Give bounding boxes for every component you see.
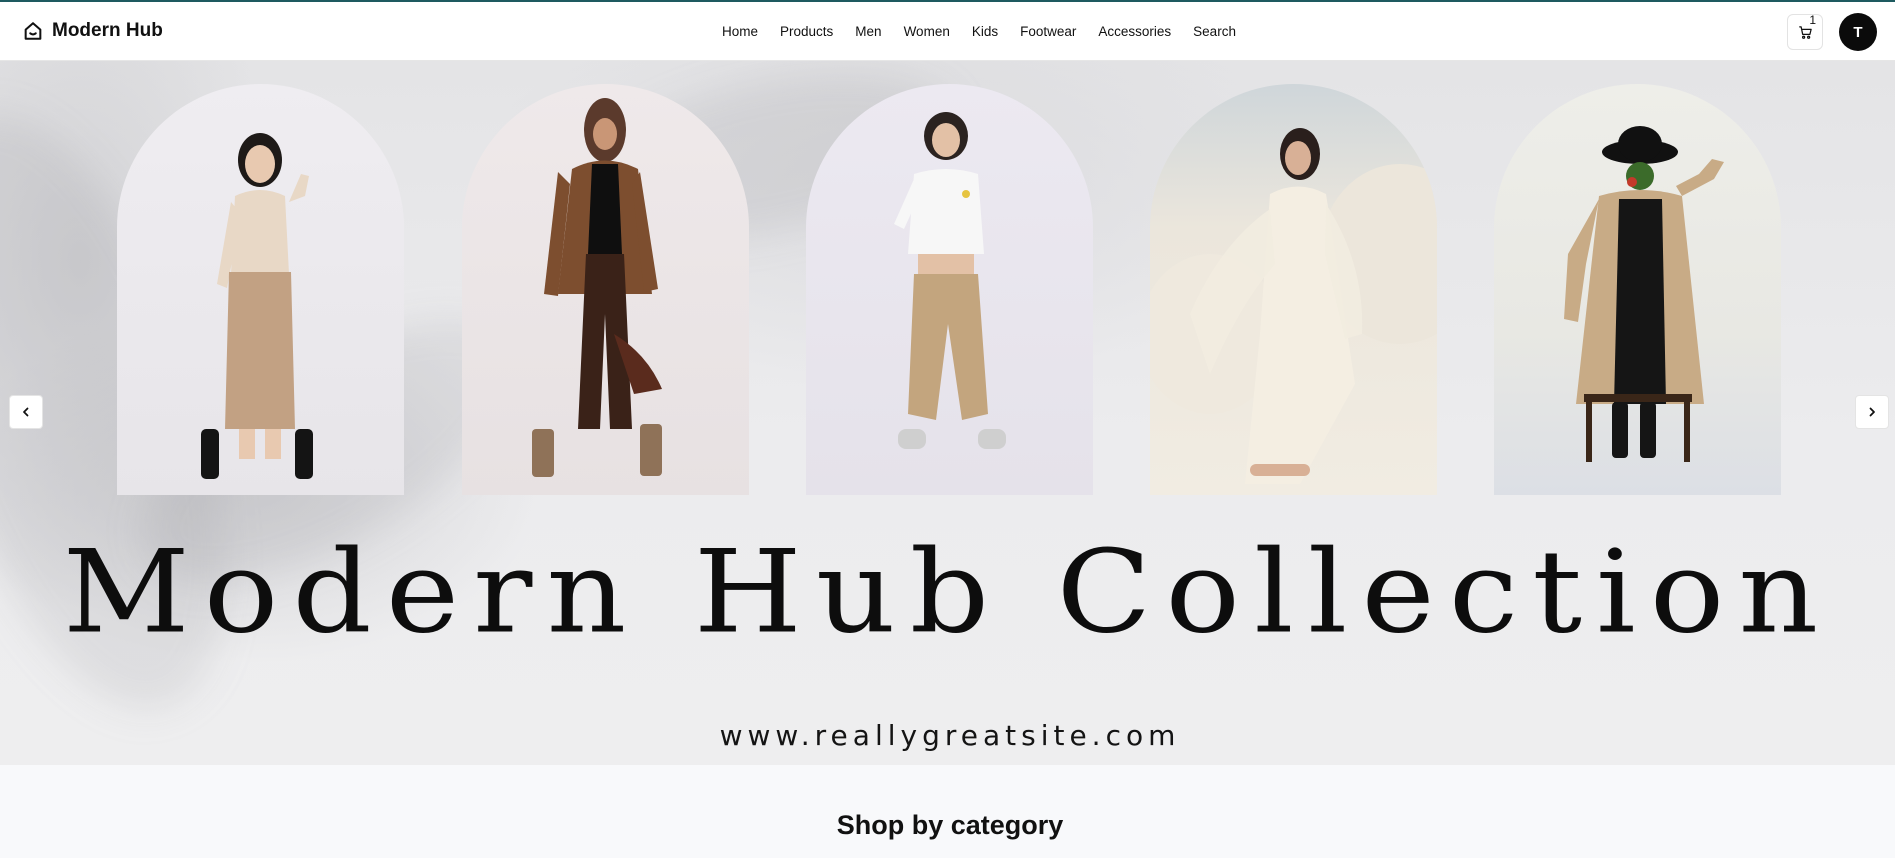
- hero-url: www.reallygreatsite.com: [719, 719, 1181, 752]
- main-nav: Home Products Men Women Kids Footwear Ac…: [722, 24, 1258, 39]
- model-figure: [201, 133, 313, 479]
- nav-men[interactable]: Men: [855, 24, 881, 39]
- user-avatar[interactable]: T: [1839, 13, 1877, 51]
- hero-title: Modern Hub Collection: [62, 526, 1833, 660]
- model-photo-3: [806, 84, 1093, 495]
- home-icon: [24, 22, 42, 40]
- nav-search[interactable]: Search: [1193, 24, 1236, 39]
- chevron-left-icon: [23, 407, 29, 417]
- model-photo-1: [117, 84, 404, 495]
- chevron-right-icon: [1869, 407, 1875, 417]
- nav-accessories[interactable]: Accessories: [1098, 24, 1171, 39]
- nav-products[interactable]: Products: [780, 24, 833, 39]
- cart-count-badge: 1: [1809, 13, 1816, 27]
- model-figure: [532, 98, 662, 477]
- model-figure: [894, 112, 1006, 449]
- nav-kids[interactable]: Kids: [972, 24, 998, 39]
- brand-logo[interactable]: Modern Hub: [22, 20, 163, 42]
- hero-banner: Modern Hub Collection www.reallygreatsit…: [0, 61, 1895, 765]
- section-title: Shop by category: [836, 810, 1064, 840]
- cart-button[interactable]: 1: [1787, 13, 1823, 50]
- nav-women[interactable]: Women: [904, 24, 950, 39]
- model-photo-2: [462, 84, 749, 495]
- carousel-prev-button[interactable]: [9, 395, 43, 429]
- nav-footwear[interactable]: Footwear: [1020, 24, 1076, 39]
- brand-name: Modern Hub: [52, 20, 163, 41]
- model-figure: [1150, 128, 1437, 484]
- model-photo-5: [1494, 84, 1781, 495]
- model-figure: [1564, 126, 1724, 462]
- carousel-next-button[interactable]: [1855, 395, 1889, 429]
- site-header: Modern Hub Home Products Men Women Kids …: [0, 0, 1895, 61]
- nav-home[interactable]: Home: [722, 24, 758, 39]
- model-photo-4: [1150, 84, 1437, 495]
